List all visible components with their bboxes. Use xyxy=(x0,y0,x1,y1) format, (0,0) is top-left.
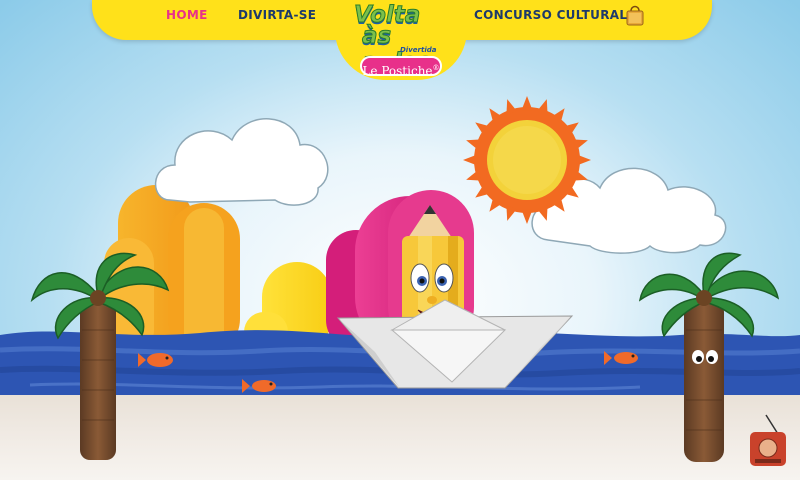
brand-registered-mark: ® xyxy=(432,64,440,72)
fish-icon xyxy=(138,353,173,367)
nav-concurso-cultural[interactable]: CONCURSO CULTURAL xyxy=(474,8,627,22)
shopping-bag-icon[interactable] xyxy=(625,4,645,26)
fish-icon xyxy=(604,351,638,365)
brand-name: Le Postiche xyxy=(362,64,433,78)
nav-divirta-se[interactable]: DIVIRTA-SE xyxy=(238,8,316,22)
fish-icon xyxy=(242,379,276,393)
game-scene: HOME DIVIRTA-SE CONCURSO CULTURAL Volta … xyxy=(0,0,800,480)
radio-icon xyxy=(750,414,786,466)
nav-home[interactable]: HOME xyxy=(166,8,208,22)
right-palm-tree xyxy=(638,252,780,462)
logo-tagline: Divertida xyxy=(400,46,437,54)
le-postiche-brand: Le Postiche® xyxy=(360,56,442,78)
left-palm-tree xyxy=(30,252,170,460)
paper-boat xyxy=(336,299,574,389)
volta-as-aulas-logo[interactable]: Volta às aulas Divertida Le Postiche® xyxy=(346,2,456,78)
